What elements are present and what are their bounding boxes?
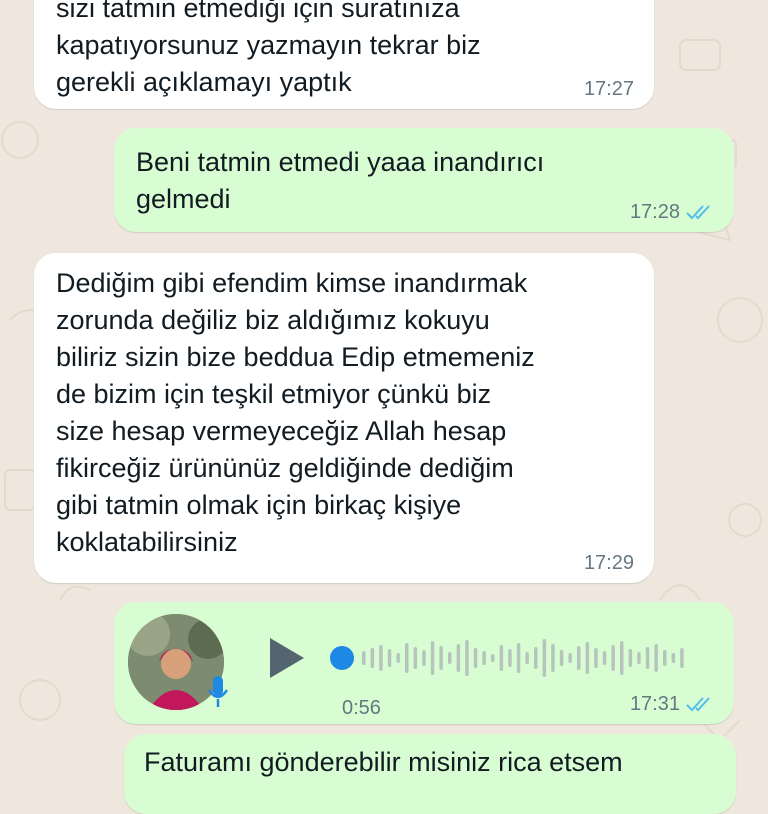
message-timestamp: 17:29 [584, 551, 634, 575]
waveform-bar [680, 648, 684, 668]
waveform-bar [542, 639, 547, 677]
outgoing-message[interactable]: Faturamı gönderebilir misiniz rica etsem [124, 734, 736, 814]
waveform-bar [430, 641, 435, 675]
waveform-bar [525, 652, 529, 664]
waveform-bar [645, 647, 650, 669]
waveform-bar [516, 643, 521, 673]
waveform-bar [465, 640, 469, 676]
waveform-bar [568, 653, 572, 663]
waveform-bar [405, 643, 409, 673]
waveform-bar [534, 647, 538, 669]
waveform-bar [628, 649, 633, 667]
waveform-bar [422, 650, 426, 666]
message-text: Faturamı gönderebilir misiniz rica etsem [144, 747, 623, 777]
waveform-bar [413, 647, 418, 669]
waveform-bar [370, 648, 375, 668]
waveform-bar [396, 653, 400, 663]
waveform-bar [559, 650, 564, 666]
waveform-bar [594, 648, 598, 668]
message-text: Dediğim gibi efendim kimse inandırmak zo… [56, 268, 535, 557]
waveform-bar [482, 651, 486, 665]
outgoing-message[interactable]: Beni tatmin etmedi yaaa inandırıcı gelme… [114, 128, 734, 232]
waveform-bar [611, 645, 615, 671]
double-check-read-icon [686, 696, 714, 712]
message-time: 17:29 [583, 552, 634, 574]
waveform-bar [499, 645, 504, 671]
waveform-bar [551, 644, 555, 672]
message-timestamp: 17:31 [630, 692, 714, 716]
waveform-bar [473, 648, 478, 668]
message-time: 17:27 [583, 78, 634, 100]
play-icon[interactable] [266, 636, 306, 680]
microphone-icon [206, 674, 230, 710]
waveform-bar [491, 654, 495, 662]
message-timestamp: 17:28 [630, 200, 714, 224]
voice-message[interactable]: 0:56 17:31 [114, 602, 734, 724]
voice-waveform[interactable] [326, 628, 706, 688]
incoming-message[interactable]: sizi tatmin etmediği için suratınıza kap… [34, 0, 654, 109]
waveform-bar [577, 646, 581, 670]
waveform-bar [637, 652, 641, 664]
message-time: 17:31 [629, 693, 680, 715]
waveform-bar [362, 651, 366, 665]
double-check-read-icon [686, 204, 714, 220]
waveform-bar [585, 642, 590, 674]
waveform-bar [387, 649, 392, 667]
message-text: Beni tatmin etmedi yaaa inandırıcı gelme… [136, 147, 545, 214]
waveform-bar [508, 649, 512, 667]
waveform-bar [602, 651, 607, 665]
waveform-bar [379, 645, 383, 671]
voice-duration: 0:56 [342, 697, 381, 719]
waveform-bar [456, 644, 461, 672]
waveform-bar [620, 641, 624, 675]
waveform-bar [654, 644, 658, 672]
incoming-message[interactable]: Dediğim gibi efendim kimse inandırmak zo… [34, 253, 654, 583]
message-time: 17:28 [629, 201, 680, 223]
message-timestamp: 17:27 [584, 77, 634, 101]
waveform-bar [448, 652, 452, 664]
waveform-bar [663, 650, 667, 666]
waveform-bar [671, 653, 676, 663]
message-text: sizi tatmin etmediği için suratınıza kap… [56, 0, 481, 97]
waveform-bar [439, 646, 443, 670]
